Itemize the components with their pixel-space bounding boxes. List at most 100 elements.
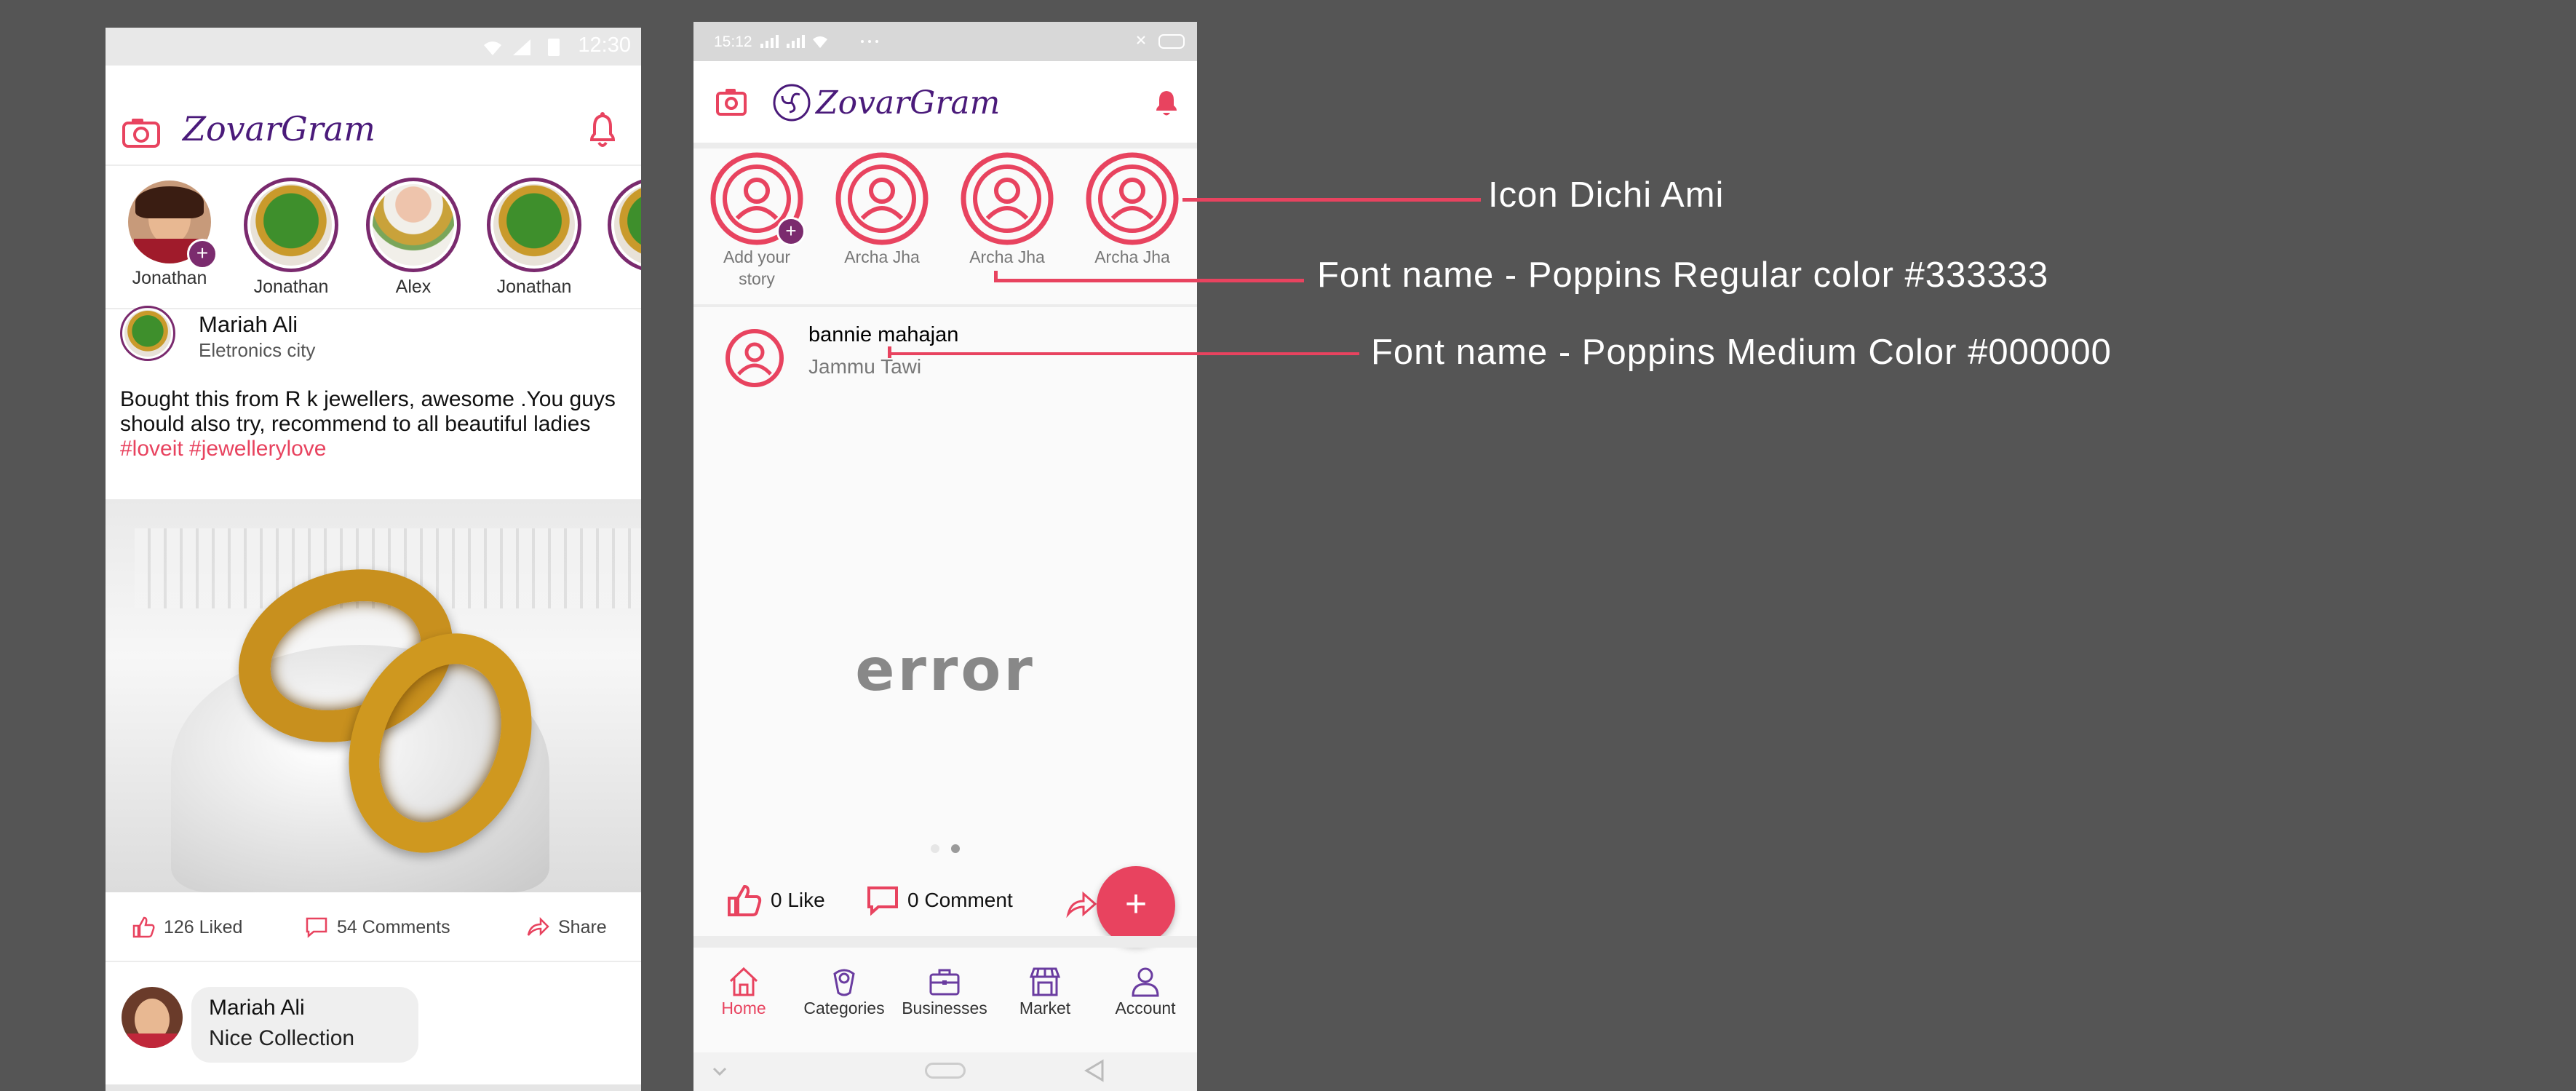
nav-market[interactable]: Market	[995, 965, 1095, 1045]
status-icons	[484, 39, 560, 56]
nav-label: Account	[1115, 999, 1176, 1017]
nav-categories[interactable]: Categories	[794, 965, 894, 1045]
story-avatar-ring	[487, 178, 581, 272]
story-label: Archa Jha	[844, 247, 920, 266]
businesses-icon	[929, 969, 960, 996]
status-bar: 12:30	[106, 28, 641, 66]
comment-icon	[306, 917, 327, 938]
story-label: Archa Jha	[1094, 247, 1170, 266]
annotation-line-regular-font	[994, 279, 1304, 282]
pager-dot-active[interactable]	[951, 844, 960, 853]
story-item[interactable]: Jonathan	[485, 178, 583, 298]
thumbs-up-icon	[728, 884, 762, 916]
user-placeholder-icon	[961, 152, 1054, 245]
divider	[693, 936, 1197, 948]
post-avatar[interactable]	[120, 306, 175, 361]
nav-businesses[interactable]: Businesses	[894, 965, 995, 1045]
battery-icon	[1137, 34, 1185, 49]
nav-label: Businesses	[902, 999, 987, 1017]
nav-label: Market	[1019, 999, 1071, 1017]
post-image[interactable]	[106, 499, 641, 892]
comment-text: Nice Collection	[209, 1026, 355, 1050]
story-item[interactable]	[608, 178, 641, 272]
comment-button[interactable]: 0 Comment	[867, 885, 1013, 916]
like-count: 126 Liked	[164, 916, 243, 937]
story-item[interactable]: Archa Jha	[960, 151, 1054, 268]
system-nav-bar	[693, 1052, 1197, 1091]
story-name: Jonathan	[496, 277, 572, 297]
app-logo: ZovarGram	[183, 109, 375, 148]
post-user-name[interactable]: bannie mahajan	[808, 323, 958, 347]
share-button[interactable]: Share	[526, 916, 607, 939]
account-icon	[1132, 967, 1159, 997]
divider	[693, 304, 1197, 307]
status-time: 15:12	[714, 33, 752, 50]
share-label: Share	[558, 916, 607, 937]
like-button[interactable]: 126 Liked	[132, 916, 242, 939]
story-item[interactable]: Archa Jha	[835, 151, 929, 268]
story-item[interactable]: Jonathan	[242, 178, 340, 298]
story-name: Alex	[395, 277, 432, 297]
story-item[interactable]: + Jonathan	[126, 180, 218, 289]
add-story-icon[interactable]: +	[776, 217, 806, 246]
nav-label: Categories	[803, 999, 885, 1017]
story-label: Archa Jha	[969, 247, 1045, 266]
camera-icon[interactable]	[715, 87, 747, 116]
signal-icons	[760, 35, 878, 48]
comment-button[interactable]: 54 Comments	[305, 916, 450, 939]
home-pill-button[interactable]	[925, 1063, 966, 1079]
share-icon	[527, 916, 549, 937]
like-button[interactable]: 0 Like	[727, 884, 825, 917]
user-placeholder-icon	[1086, 152, 1179, 245]
post-user-location: Jammu Tawi	[808, 355, 922, 378]
home-icon	[729, 967, 758, 996]
share-icon[interactable]	[1066, 889, 1098, 919]
chevron-down-icon[interactable]	[711, 1063, 728, 1080]
nav-account[interactable]: Account	[1095, 965, 1196, 1045]
app-logo: ZovarGram	[816, 84, 1001, 122]
left-phone-screen: 12:30 ZovarGram + Jonathan Jonathan Alex…	[106, 28, 641, 1091]
app-bar: ZovarGram	[693, 61, 1197, 143]
post-hashtags[interactable]: #loveit #jewellerylove	[120, 437, 326, 461]
bell-icon[interactable]	[586, 111, 619, 150]
add-story-icon[interactable]: +	[187, 239, 218, 269]
comment-bubble: Mariah Ali Nice Collection	[191, 987, 418, 1063]
nav-label: Home	[721, 999, 766, 1017]
post-avatar-icon[interactable]	[724, 328, 785, 389]
post-user-name[interactable]: Mariah Ali	[199, 312, 298, 338]
status-time: 12:30	[578, 33, 631, 57]
camera-icon[interactable]	[122, 116, 161, 148]
thumbs-up-icon	[132, 916, 155, 938]
story-item[interactable]: Archa Jha	[1085, 151, 1180, 268]
market-icon	[1029, 967, 1061, 996]
annotation-icon-note: Icon Dichi Ami	[1488, 175, 1725, 215]
post-caption: Bought this from R k jewellers, awesome …	[120, 387, 629, 461]
bottom-nav: Home Categories Businesses Market Accoun…	[693, 965, 1197, 1045]
annotation-medium-font-note: Font name - Poppins Medium Color #000000	[1371, 333, 2112, 372]
nav-home[interactable]: Home	[693, 965, 794, 1045]
pager-dot[interactable]	[931, 844, 939, 853]
divider	[693, 143, 1197, 148]
comment-user-name[interactable]: Mariah Ali	[209, 996, 305, 1020]
app-bar: ZovarGram	[106, 66, 641, 166]
categories-icon	[833, 969, 855, 996]
story-avatar-ring	[244, 178, 338, 272]
story-item[interactable]: + Add your story	[709, 151, 806, 290]
divider	[106, 1084, 641, 1091]
add-post-fab[interactable]: +	[1097, 866, 1175, 945]
story-name: Jonathan	[132, 268, 207, 288]
comment-avatar[interactable]	[122, 987, 183, 1048]
post-user-location: Eletronics city	[199, 339, 316, 361]
annotation-line-medium-font	[888, 352, 1359, 355]
comment-count: 54 Comments	[337, 916, 450, 937]
annotation-line-icon	[1182, 198, 1481, 202]
back-icon[interactable]	[1082, 1058, 1107, 1083]
bell-icon[interactable]	[1152, 87, 1181, 119]
story-item[interactable]: Alex	[365, 178, 462, 298]
story-name: Jonathan	[253, 277, 329, 297]
image-error-text: error	[855, 636, 1035, 704]
logo-swirl-icon	[773, 84, 811, 122]
story-avatar-ring	[608, 178, 641, 272]
post-text: Bought this from R k jewellers, awesome …	[120, 387, 616, 436]
comment-icon	[867, 886, 898, 916]
